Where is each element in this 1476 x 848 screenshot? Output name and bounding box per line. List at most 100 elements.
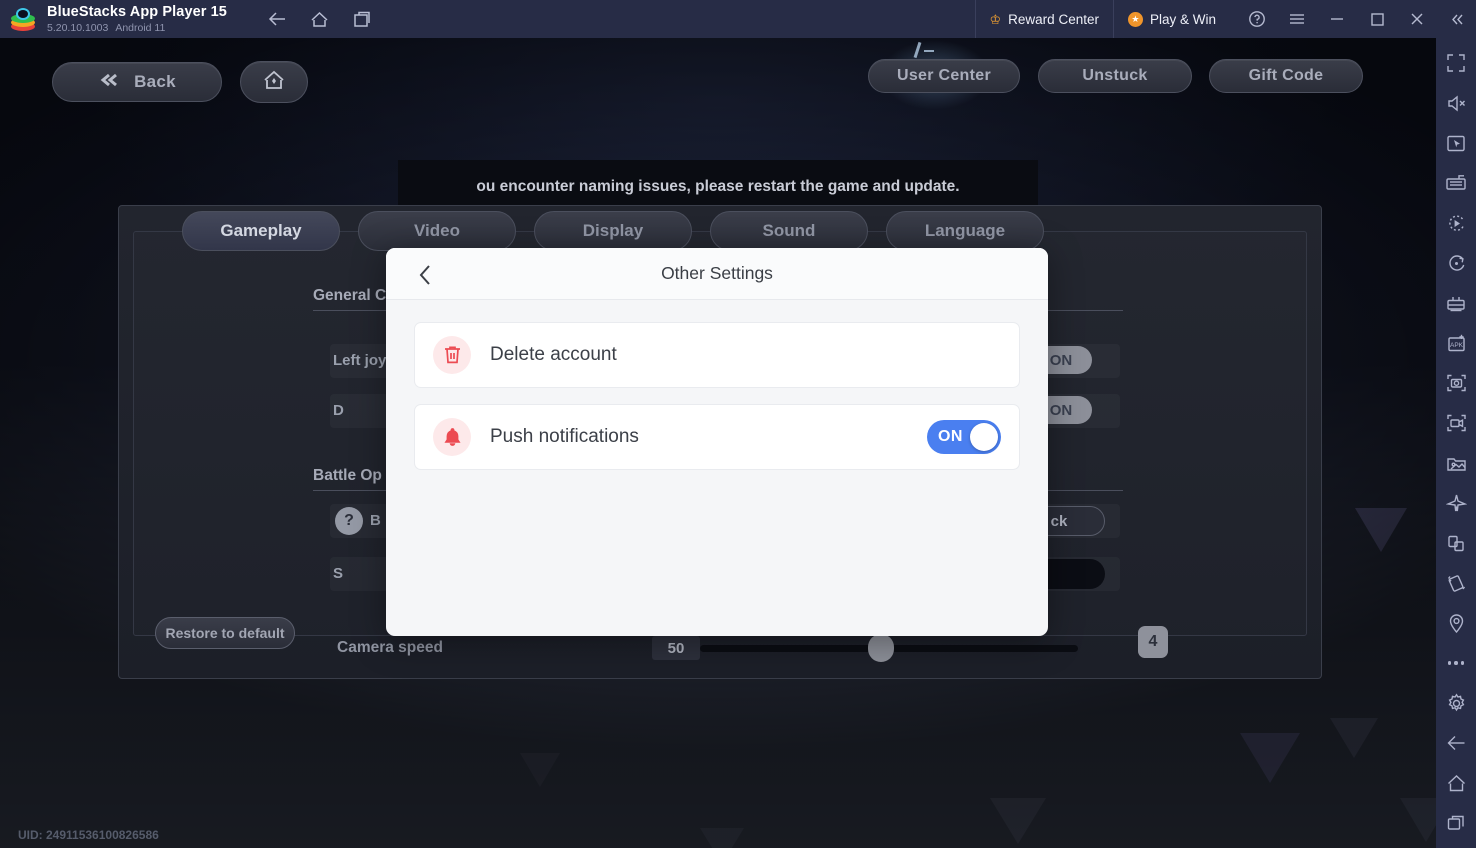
toast-message: ou encounter naming issues, please resta… xyxy=(476,178,960,195)
app-version: 5.20.10.1003 xyxy=(47,21,109,34)
hamburger-menu-icon[interactable] xyxy=(1278,0,1316,38)
push-notifications-row[interactable]: Push notifications ON xyxy=(414,404,1020,470)
decor-triangle xyxy=(700,828,744,848)
tab-sound[interactable]: Sound xyxy=(710,211,868,251)
game-back-button[interactable]: Back xyxy=(52,62,222,102)
cursor-pointer-icon[interactable] xyxy=(1439,126,1473,160)
multi-instance-icon[interactable] xyxy=(1439,526,1473,560)
push-notifications-label: Push notifications xyxy=(490,426,639,447)
gift-code-label: Gift Code xyxy=(1248,67,1324,84)
nav-back-icon[interactable] xyxy=(1439,726,1473,760)
user-center-label: User Center xyxy=(896,67,991,84)
camera-speed-label: Camera speed xyxy=(337,639,443,657)
unstuck-button[interactable]: Unstuck xyxy=(1038,59,1192,93)
question-mark-icon: ? xyxy=(335,507,363,535)
level-badge-text: 4 xyxy=(1148,633,1158,650)
spark-decor xyxy=(924,50,934,52)
game-home-button[interactable] xyxy=(240,61,308,103)
bell-icon xyxy=(433,418,471,456)
titlebar-nav-icons xyxy=(267,8,373,30)
tab-language-label: Language xyxy=(924,221,1006,240)
nav-recents-icon[interactable] xyxy=(1439,806,1473,840)
location-icon[interactable] xyxy=(1439,606,1473,640)
play-and-win-button[interactable]: ★ Play & Win xyxy=(1112,0,1230,38)
nav-home-icon[interactable] xyxy=(1439,766,1473,800)
record-video-icon[interactable] xyxy=(1439,406,1473,440)
tab-gameplay-label: Gameplay xyxy=(220,221,302,240)
play-and-win-label: Play & Win xyxy=(1149,11,1216,27)
android-version: Android 11 xyxy=(115,21,166,34)
battle-row-one-label: B xyxy=(370,512,381,529)
app-subtitle: 5.20.10.1003 Android 11 xyxy=(47,22,227,34)
battle-lock-label: ck xyxy=(1050,512,1068,530)
settings-tabs: Gameplay Video Display Sound Language xyxy=(182,211,1044,251)
double-chevron-left-icon[interactable] xyxy=(1438,0,1476,38)
delete-account-row[interactable]: Delete account xyxy=(414,322,1020,388)
row-left-joystick-text: Left joy xyxy=(333,352,387,369)
more-options-icon[interactable] xyxy=(1439,646,1473,680)
settings-gear-icon[interactable] xyxy=(1439,686,1473,720)
fullscreen-icon[interactable] xyxy=(1439,46,1473,80)
mute-icon[interactable] xyxy=(1439,86,1473,120)
home-icon[interactable] xyxy=(309,8,331,30)
svg-text:APK: APK xyxy=(1449,342,1463,349)
help-circle-icon[interactable] xyxy=(1238,0,1276,38)
window-controls xyxy=(1238,0,1476,38)
tab-gameplay[interactable]: Gameplay xyxy=(182,211,340,251)
row-toggle-two-label: ON xyxy=(1049,401,1073,419)
row-two-label: D xyxy=(333,402,344,419)
row-two-text: D xyxy=(333,402,344,419)
camera-speed-text: Camera speed xyxy=(337,639,443,656)
unstuck-label: Unstuck xyxy=(1082,67,1148,84)
push-notifications-toggle-state: ON xyxy=(938,428,963,445)
screenshot-icon[interactable] xyxy=(1439,366,1473,400)
decor-triangle xyxy=(1355,508,1407,552)
trash-icon xyxy=(433,336,471,374)
section-general-label: General C xyxy=(313,287,387,304)
crown-icon: ♔ xyxy=(989,11,1002,27)
star-badge-icon: ★ xyxy=(1127,11,1143,27)
restore-to-default-button[interactable]: Restore to default xyxy=(155,617,295,649)
decor-triangle xyxy=(1240,733,1300,783)
window-titlebar: BlueStacks App Player 15 5.20.10.1003 And… xyxy=(0,0,1476,38)
battle-row-two-label: S xyxy=(333,565,343,582)
tab-video[interactable]: Video xyxy=(358,211,516,251)
tab-sound-label: Sound xyxy=(762,221,816,240)
level-badge: 4 xyxy=(1138,626,1168,658)
restore-to-default-label: Restore to default xyxy=(165,625,285,641)
uid-text: UID: 24911536100826586 xyxy=(18,828,159,842)
user-center-button[interactable]: User Center xyxy=(868,59,1020,93)
tab-display[interactable]: Display xyxy=(534,211,692,251)
bluestacks-sidebar: APK xyxy=(1436,38,1476,848)
dialog-body: Delete account Push notifications ON xyxy=(386,300,1048,470)
minimize-icon[interactable] xyxy=(1318,0,1356,38)
maximize-icon[interactable] xyxy=(1358,0,1396,38)
install-apk-icon[interactable]: APK xyxy=(1439,326,1473,360)
keyboard-controls-icon[interactable] xyxy=(1439,166,1473,200)
decor-triangle xyxy=(520,753,560,787)
multi-instance-icon[interactable] xyxy=(351,8,373,30)
back-icon[interactable] xyxy=(267,8,289,30)
camera-speed-slider-knob[interactable] xyxy=(868,634,894,662)
dialog-header: Other Settings xyxy=(386,248,1048,300)
decor-triangle xyxy=(1400,798,1436,842)
app-title: BlueStacks App Player 15 xyxy=(47,4,227,21)
gift-code-button[interactable]: Gift Code xyxy=(1209,59,1363,93)
tab-video-label: Video xyxy=(414,221,460,240)
macro-play-icon[interactable] xyxy=(1439,206,1473,240)
home-house-icon xyxy=(261,68,287,97)
media-manager-icon[interactable] xyxy=(1439,446,1473,480)
reward-center-label: Reward Center xyxy=(1008,11,1099,27)
close-icon[interactable] xyxy=(1398,0,1436,38)
reward-center-button[interactable]: ♔ Reward Center xyxy=(974,0,1113,38)
eco-mode-icon[interactable] xyxy=(1439,486,1473,520)
controller-icon[interactable] xyxy=(1439,286,1473,320)
chevron-left-icon[interactable] xyxy=(412,262,438,288)
titlebar-right: ♔ Reward Center ★ Play & Win xyxy=(974,0,1476,38)
push-notifications-toggle[interactable]: ON xyxy=(927,420,1001,454)
rotate-icon[interactable] xyxy=(1439,246,1473,280)
shake-icon[interactable] xyxy=(1439,566,1473,600)
tab-language[interactable]: Language xyxy=(886,211,1044,251)
game-back-label: Back xyxy=(134,72,176,91)
decor-triangle xyxy=(1330,718,1378,758)
